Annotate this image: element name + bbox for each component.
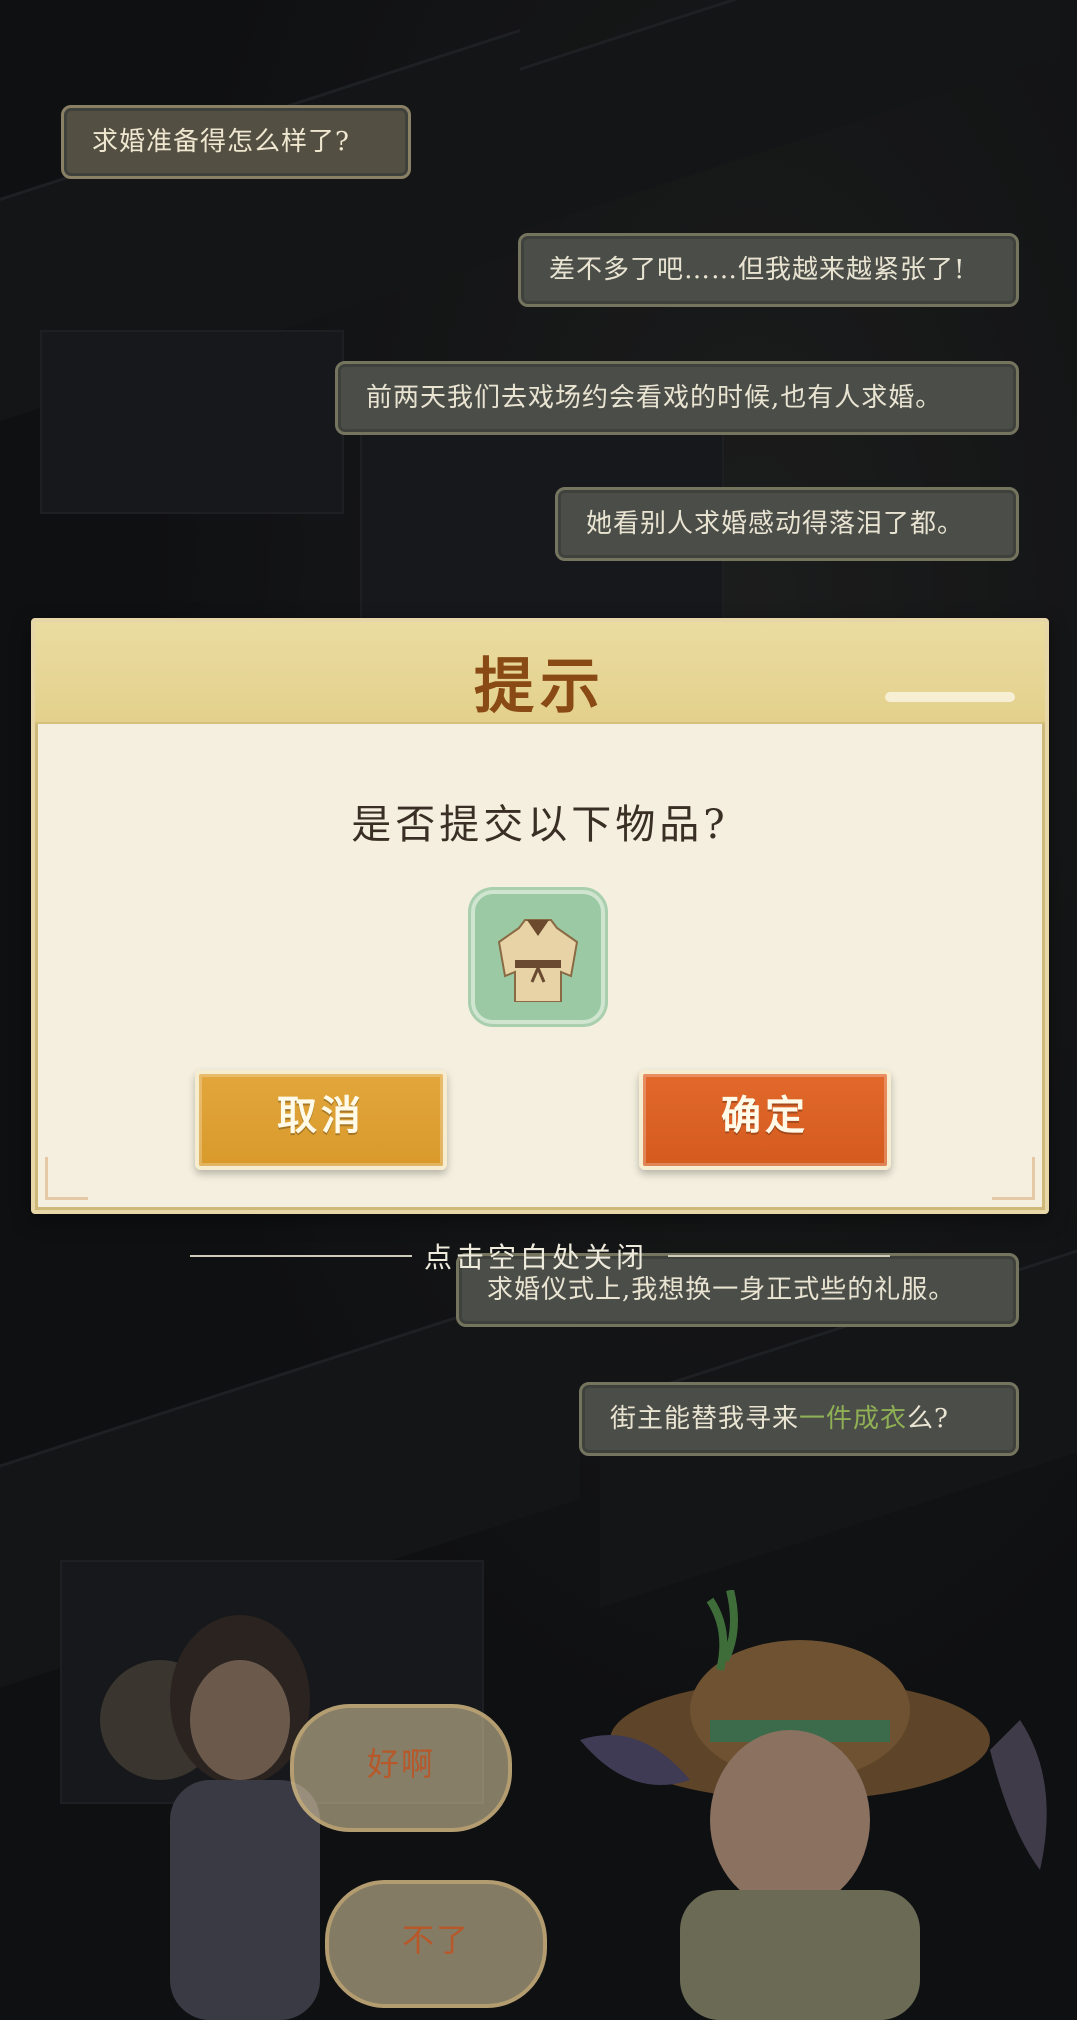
request-text-prefix: 街主能替我寻来 (610, 1404, 800, 1434)
robe-icon (497, 919, 579, 1002)
choice-no-button[interactable]: 不了 (325, 1880, 547, 2008)
requested-item-text: 一件成衣 (799, 1404, 908, 1434)
chat-bubble: 前两天我们去戏场约会看戏的时候,也有人求婚。 (335, 361, 1019, 435)
request-text-suffix: 么? (907, 1404, 949, 1434)
dialog-title: 提示 (474, 652, 606, 722)
confirm-button[interactable]: 确定 (639, 1070, 891, 1170)
chat-bubble: 求婚准备得怎么样了? (61, 105, 411, 179)
close-hint[interactable]: 点击空白处关闭 (0, 1236, 1077, 1276)
item-slot[interactable] (471, 890, 605, 1024)
close-hint-text: 点击空白处关闭 (424, 1241, 649, 1274)
submit-item-dialog: 提示 是否提交以下物品? 取消 确定 (31, 618, 1049, 1214)
chat-bubble: 她看别人求婚感动得落泪了都。 (555, 487, 1019, 561)
chat-bubble: 差不多了吧……但我越来越紧张了! (518, 233, 1019, 307)
dialog-question: 是否提交以下物品? (351, 802, 729, 848)
dialog-header: 提示 (35, 622, 1045, 724)
chat-bubble-request: 街主能替我寻来一件成衣么? (579, 1382, 1019, 1456)
choice-yes-button[interactable]: 好啊 (290, 1704, 512, 1832)
fisherman-character (580, 1590, 1047, 2020)
cancel-button[interactable]: 取消 (195, 1070, 447, 1170)
